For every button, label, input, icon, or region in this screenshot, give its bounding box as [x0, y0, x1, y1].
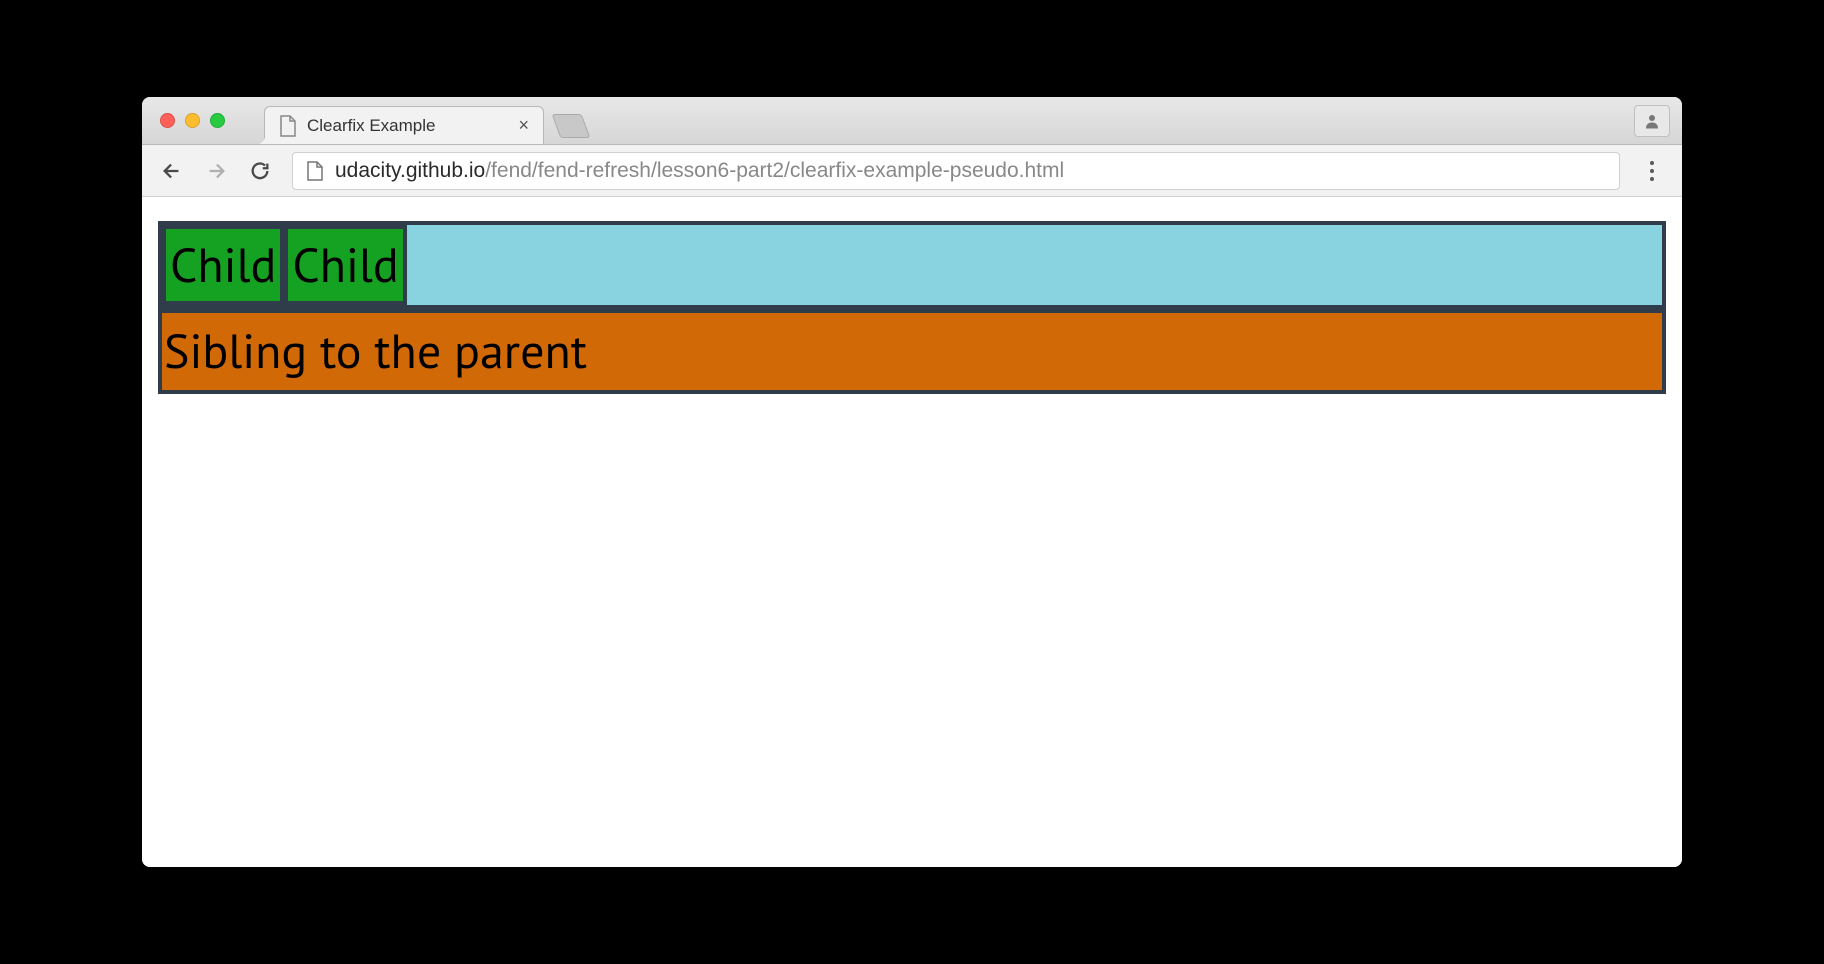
reload-button[interactable] — [242, 153, 278, 189]
minimize-window-button[interactable] — [185, 113, 200, 128]
traffic-lights — [160, 113, 225, 128]
kebab-menu-icon — [1650, 161, 1654, 181]
browser-menu-button[interactable] — [1634, 153, 1670, 189]
arrow-left-icon — [161, 160, 183, 182]
parent-container: Child Child — [158, 221, 1666, 309]
forward-button[interactable] — [198, 153, 234, 189]
browser-window: Clearfix Example × — [142, 97, 1682, 867]
arrow-right-icon — [205, 160, 227, 182]
close-window-button[interactable] — [160, 113, 175, 128]
document-icon — [279, 115, 297, 137]
child-box-1: Child — [162, 225, 284, 305]
url-path: /fend/fend-refresh/lesson6-part2/clearfi… — [485, 159, 1064, 182]
title-bar: Clearfix Example × — [142, 97, 1682, 145]
browser-tab[interactable]: Clearfix Example × — [264, 106, 544, 144]
url-text: udacity.github.io/fend/fend-refresh/less… — [335, 159, 1064, 183]
sibling-box: Sibling to the parent — [158, 309, 1666, 394]
tab-title: Clearfix Example — [307, 116, 508, 136]
user-profile-button[interactable] — [1634, 105, 1670, 137]
maximize-window-button[interactable] — [210, 113, 225, 128]
address-bar[interactable]: udacity.github.io/fend/fend-refresh/less… — [292, 152, 1620, 190]
child-box-2: Child — [284, 225, 406, 305]
person-icon — [1643, 112, 1661, 130]
url-domain: udacity.github.io — [335, 159, 485, 182]
tab-strip: Clearfix Example × — [264, 97, 586, 144]
page-viewport[interactable]: Child Child Sibling to the parent — [142, 197, 1682, 867]
browser-toolbar: udacity.github.io/fend/fend-refresh/less… — [142, 145, 1682, 197]
page-info-icon[interactable] — [307, 161, 323, 181]
close-tab-button[interactable]: × — [518, 115, 529, 136]
new-tab-button[interactable] — [552, 114, 591, 138]
reload-icon — [249, 160, 271, 182]
back-button[interactable] — [154, 153, 190, 189]
